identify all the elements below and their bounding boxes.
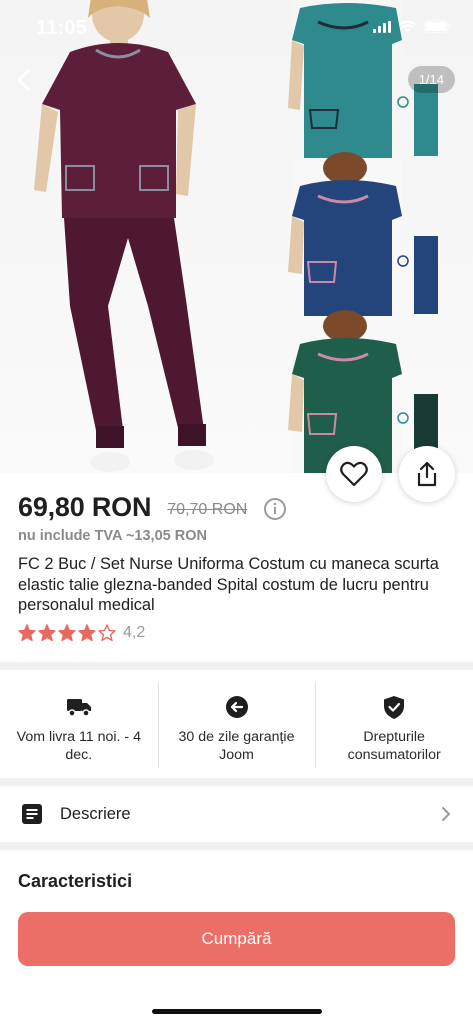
image-page-counter: 1/14 — [407, 66, 455, 93]
benefit-consumer-rights[interactable]: Drepturile consumatorilor — [315, 672, 473, 776]
buy-button[interactable]: Cumpără — [18, 912, 455, 966]
benefit-delivery-label: Vom livra 11 noi. - 4 dec. — [16, 729, 141, 763]
current-price: 69,80 RON — [18, 492, 152, 522]
benefit-guarantee[interactable]: 30 de zile garanție Joom — [157, 672, 316, 776]
rating-row[interactable]: 4,2 — [18, 624, 145, 642]
section-divider — [0, 778, 473, 786]
old-price: 70,70 RON — [167, 500, 248, 518]
signal-icon — [373, 20, 391, 33]
product-photo — [34, 0, 438, 473]
heart-icon — [340, 461, 368, 487]
price-row: 69,80 RON 70,70 RON — [18, 492, 287, 523]
section-divider — [0, 662, 473, 670]
chevron-right-icon — [442, 807, 450, 821]
star-filled-icon — [78, 624, 96, 642]
share-button[interactable] — [399, 446, 455, 502]
status-icons — [373, 20, 451, 33]
info-icon[interactable] — [263, 497, 287, 521]
favorite-button[interactable] — [326, 446, 382, 502]
product-title: FC 2 Buc / Set Nurse Uniforma Costum cu … — [18, 555, 439, 614]
rating-value: 4,2 — [123, 624, 146, 641]
star-filled-icon — [18, 624, 36, 642]
variant-navy-thumbnail — [288, 152, 438, 316]
document-icon — [22, 804, 42, 824]
rating-stars — [18, 624, 116, 642]
truck-icon — [66, 694, 92, 720]
star-empty-icon — [98, 624, 116, 642]
home-indicator — [152, 1009, 322, 1014]
benefit-guarantee-label: 30 de zile garanție Joom — [178, 729, 295, 763]
product-image-gallery[interactable]: 11:05 1/14 — [0, 0, 473, 473]
return-arrow-icon — [224, 694, 250, 720]
section-divider — [0, 842, 473, 850]
benefit-consumer-rights-label: Drepturile consumatorilor — [347, 729, 441, 763]
star-filled-icon — [38, 624, 56, 642]
description-label: Descriere — [60, 804, 131, 823]
characteristics-title: Caracteristici — [18, 871, 133, 891]
back-button[interactable] — [8, 62, 40, 98]
status-time: 11:05 — [36, 17, 88, 39]
wifi-icon — [399, 20, 416, 32]
vat-note: nu include TVA ~13,05 RON — [18, 528, 207, 544]
status-bar: 11:05 — [0, 0, 473, 56]
benefits-row: Vom livra 11 noi. - 4 dec. 30 de zile ga… — [0, 672, 473, 776]
share-icon — [417, 461, 437, 487]
star-filled-icon — [58, 624, 76, 642]
battery-icon — [424, 20, 451, 33]
chevron-left-icon — [17, 68, 31, 92]
shield-check-icon — [381, 694, 407, 720]
description-row[interactable]: Descriere — [0, 786, 473, 842]
benefit-delivery[interactable]: Vom livra 11 noi. - 4 dec. — [0, 672, 158, 776]
model-burgundy-figure — [34, 0, 214, 472]
